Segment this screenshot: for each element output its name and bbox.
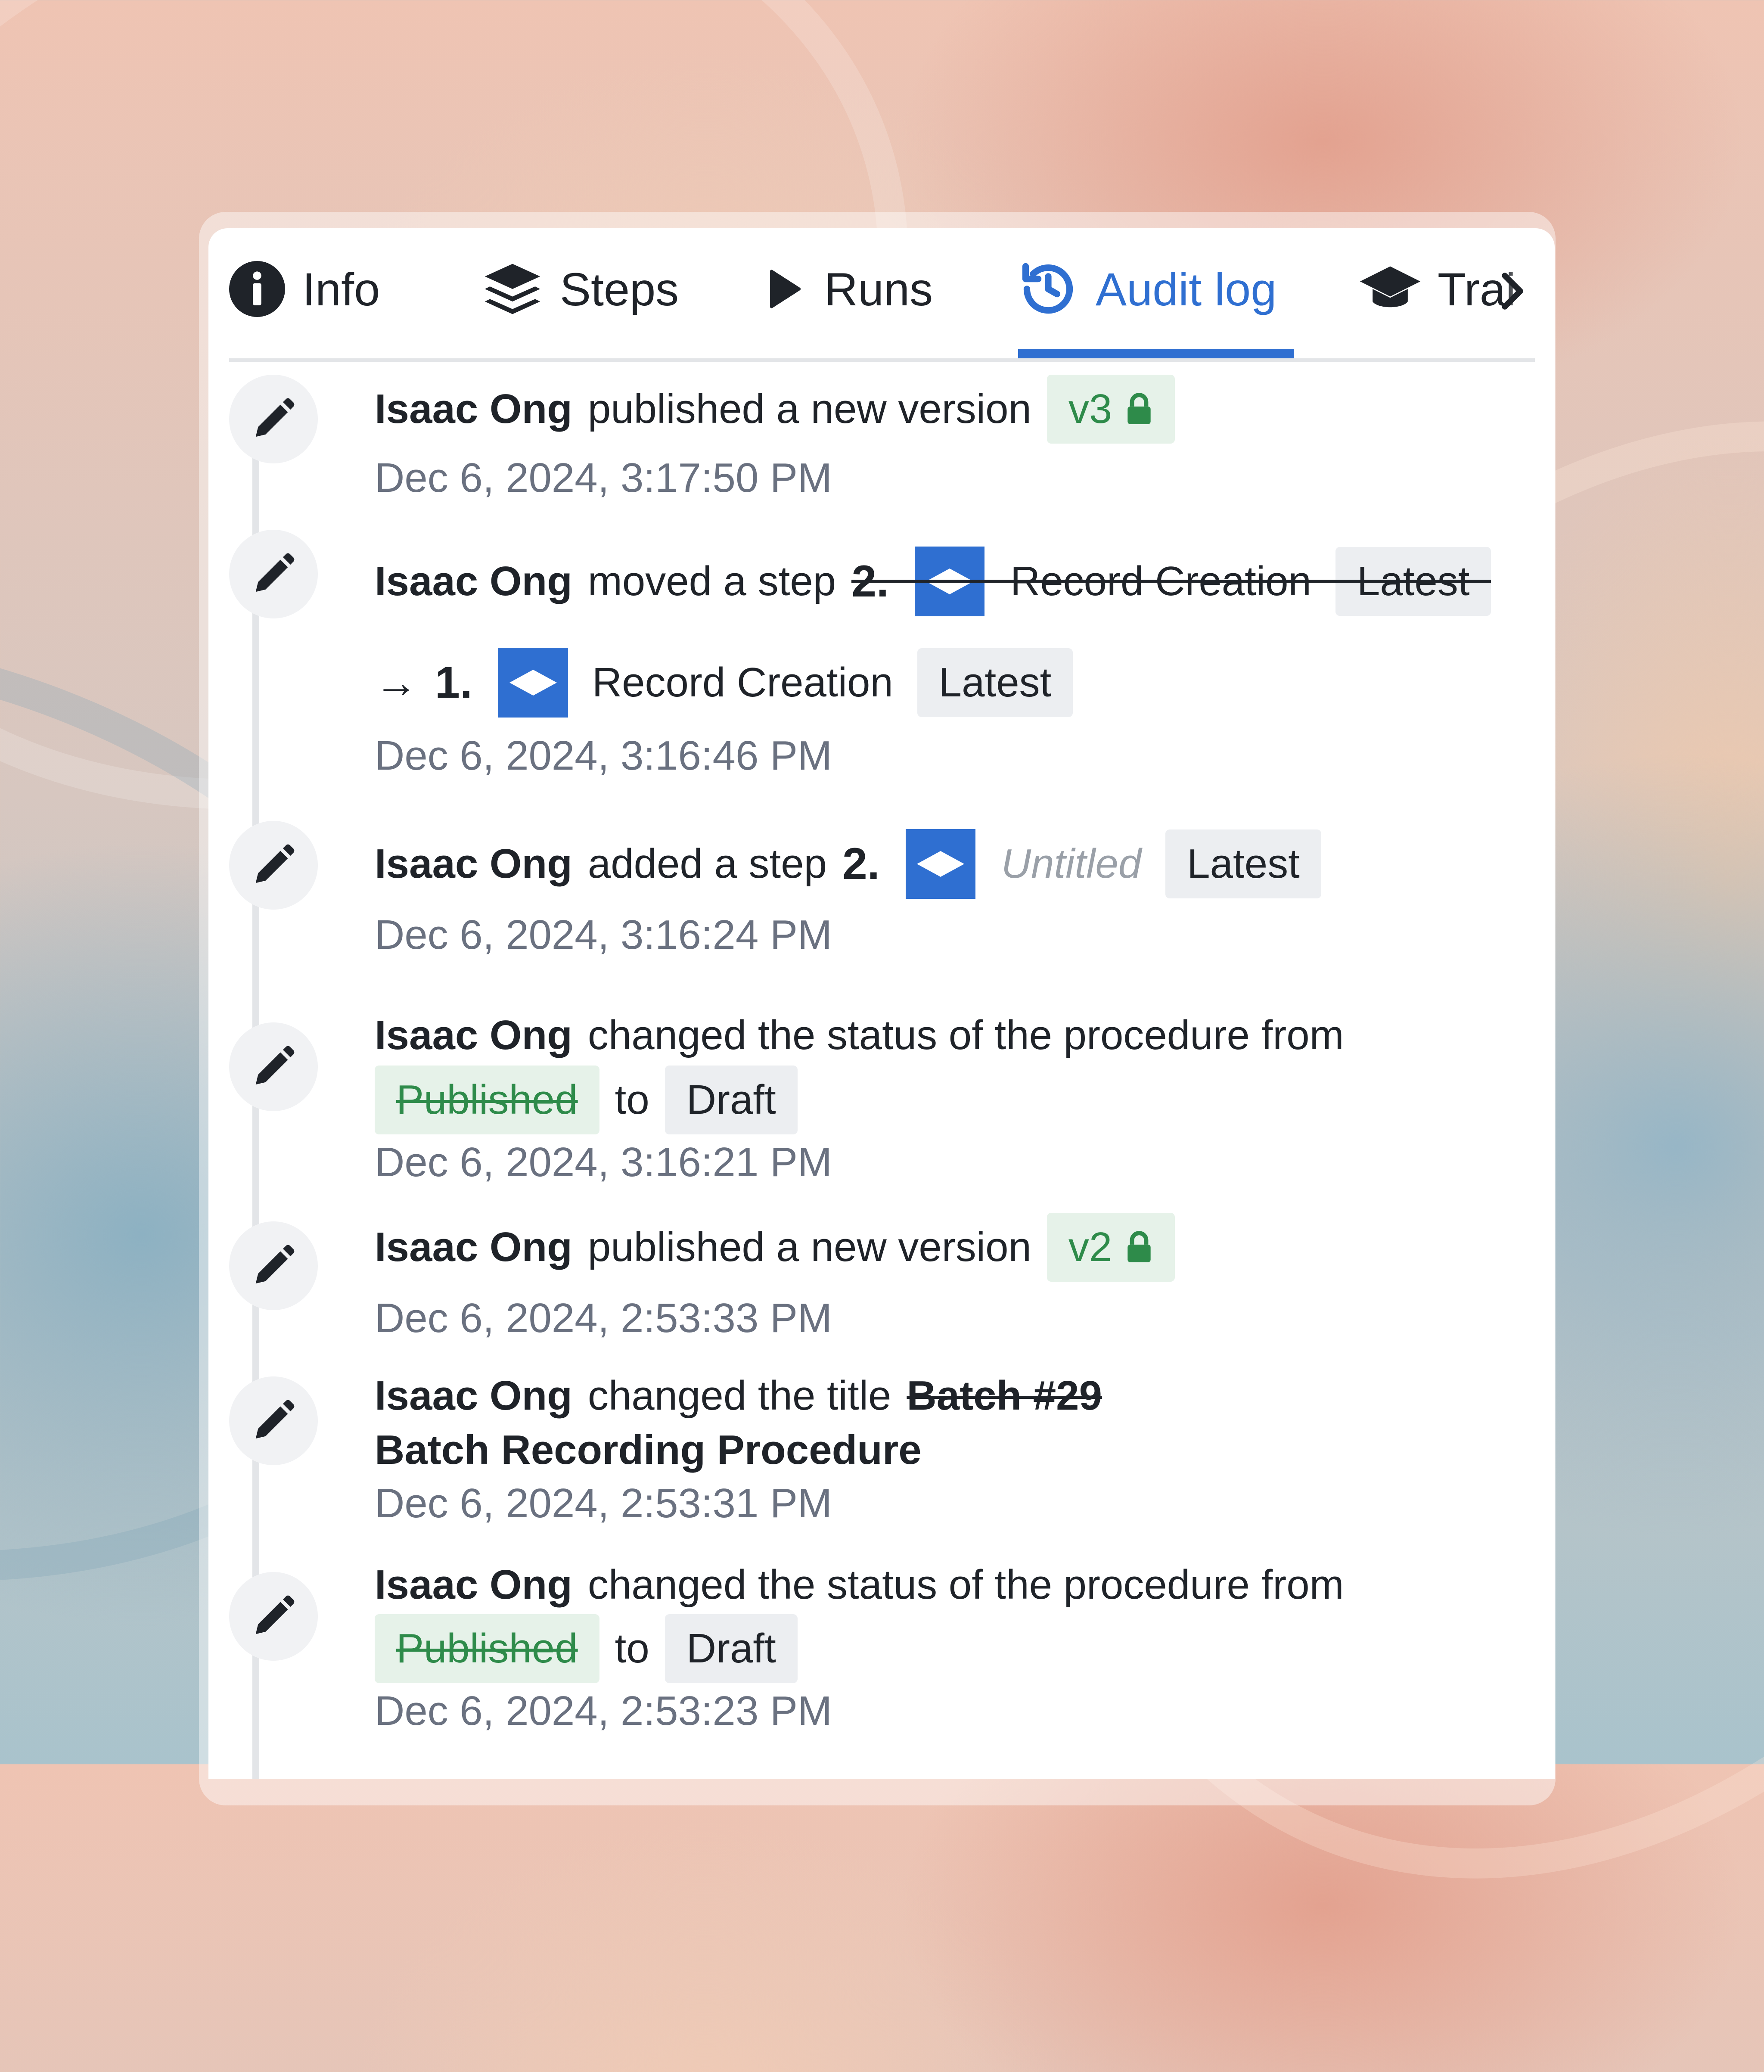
entry-line: Isaac Ong added a step 2. Untitled Lates… — [375, 829, 1321, 899]
version-badge: v3 — [1047, 375, 1175, 444]
actor-name: Isaac Ong — [375, 1224, 572, 1270]
chevron-right-icon[interactable] — [1491, 270, 1534, 313]
strikethrough — [851, 580, 1491, 583]
to-word: to — [615, 1077, 649, 1123]
to-status-badge: Draft — [665, 1066, 798, 1134]
version-label: v2 — [1068, 1224, 1112, 1270]
pencil-icon — [229, 1376, 318, 1465]
tab-info[interactable]: Info — [229, 257, 380, 321]
from-status-badge: Published — [375, 1066, 599, 1134]
pencil-icon — [229, 530, 318, 618]
step-number: 2. — [842, 839, 880, 889]
entry-line: Isaac Ong moved a step 2. Record Creatio… — [375, 547, 1491, 616]
lock-icon — [1125, 392, 1153, 426]
to-word: to — [615, 1625, 649, 1671]
tab-bar: Info Steps Runs Audit log Trai — [229, 228, 1551, 362]
step-diamond-icon — [498, 648, 568, 718]
play-icon — [760, 265, 807, 313]
actor-name: Isaac Ong — [375, 1562, 572, 1608]
version-badge: v2 — [1047, 1213, 1175, 1282]
info-circle-icon — [229, 261, 285, 317]
timestamp: Dec 6, 2024, 3:16:46 PM — [375, 733, 832, 779]
action-text: added a step — [587, 841, 827, 887]
new-step-tag: Latest — [917, 648, 1073, 717]
entry-line: Isaac Ong published a new version v3 — [375, 375, 1175, 444]
entry-line: Isaac Ong changed the status of the proc… — [375, 1555, 1344, 1615]
history-icon — [1018, 259, 1078, 319]
timestamp: Dec 6, 2024, 2:53:31 PM — [375, 1480, 832, 1526]
action-text: changed the status of the procedure from — [587, 1562, 1344, 1608]
old-title: Batch #29 — [907, 1373, 1102, 1419]
timestamp: Dec 6, 2024, 2:53:33 PM — [375, 1295, 832, 1341]
step-diamond-icon — [905, 829, 975, 899]
timestamp: Dec 6, 2024, 2:53:23 PM — [375, 1688, 832, 1734]
entry-line: Published to Draft — [375, 1614, 798, 1683]
pencil-icon — [229, 1022, 318, 1111]
actor-name: Isaac Ong — [375, 1012, 572, 1058]
version-label: v3 — [1068, 386, 1112, 432]
procedure-panel: Info Steps Runs Audit log Trai Isaac Ong… — [208, 228, 1555, 1779]
action-text: changed the status of the procedure from — [587, 1012, 1344, 1058]
step-title: Untitled — [1001, 841, 1142, 887]
action-text: published a new version — [587, 386, 1031, 432]
actor-name: Isaac Ong — [375, 558, 572, 604]
tab-steps[interactable]: Steps — [482, 257, 679, 321]
new-step-number: 1. — [435, 657, 472, 708]
from-status-badge: Published — [375, 1614, 599, 1683]
tab-info-label: Info — [302, 263, 380, 315]
lock-icon — [1125, 1230, 1153, 1264]
to-status-badge: Draft — [665, 1614, 798, 1683]
tab-steps-label: Steps — [560, 263, 679, 315]
action-text: published a new version — [587, 1224, 1031, 1270]
step-tag: Latest — [1165, 829, 1321, 898]
active-tab-indicator — [1018, 349, 1294, 358]
tab-audit-log-label: Audit log — [1096, 263, 1277, 315]
pencil-icon — [229, 1572, 318, 1661]
timestamp: Dec 6, 2024, 3:16:24 PM — [375, 912, 832, 958]
entry-line: Published to Draft — [375, 1066, 798, 1134]
tab-runs-label: Runs — [824, 263, 933, 315]
entry-line: Batch Recording Procedure — [375, 1422, 922, 1478]
entry-line: Isaac Ong published a new version v2 — [375, 1213, 1175, 1282]
pencil-icon — [229, 375, 318, 463]
pencil-icon — [229, 1221, 318, 1310]
new-step-title: Record Creation — [592, 659, 893, 705]
timestamp: Dec 6, 2024, 3:17:50 PM — [375, 455, 832, 501]
graduation-cap-icon — [1360, 261, 1420, 317]
layers-icon — [482, 261, 543, 317]
actor-name: Isaac Ong — [375, 1373, 572, 1419]
pencil-icon — [229, 821, 318, 910]
arrow-right-icon: → — [375, 658, 418, 707]
tab-audit-log[interactable]: Audit log — [1018, 257, 1276, 321]
actor-name: Isaac Ong — [375, 386, 572, 432]
tab-runs[interactable]: Runs — [760, 257, 933, 321]
timestamp: Dec 6, 2024, 3:16:21 PM — [375, 1139, 832, 1185]
old-step: 2. Record Creation Latest — [851, 547, 1491, 616]
entry-line: → 1. Record Creation Latest — [375, 648, 1073, 718]
action-text: moved a step — [587, 558, 836, 604]
new-title: Batch Recording Procedure — [375, 1427, 922, 1473]
action-text: changed the title — [587, 1373, 891, 1419]
actor-name: Isaac Ong — [375, 841, 572, 887]
entry-line: Isaac Ong changed the title Batch #29 — [375, 1368, 1102, 1424]
entry-line: Isaac Ong changed the status of the proc… — [375, 1005, 1344, 1066]
